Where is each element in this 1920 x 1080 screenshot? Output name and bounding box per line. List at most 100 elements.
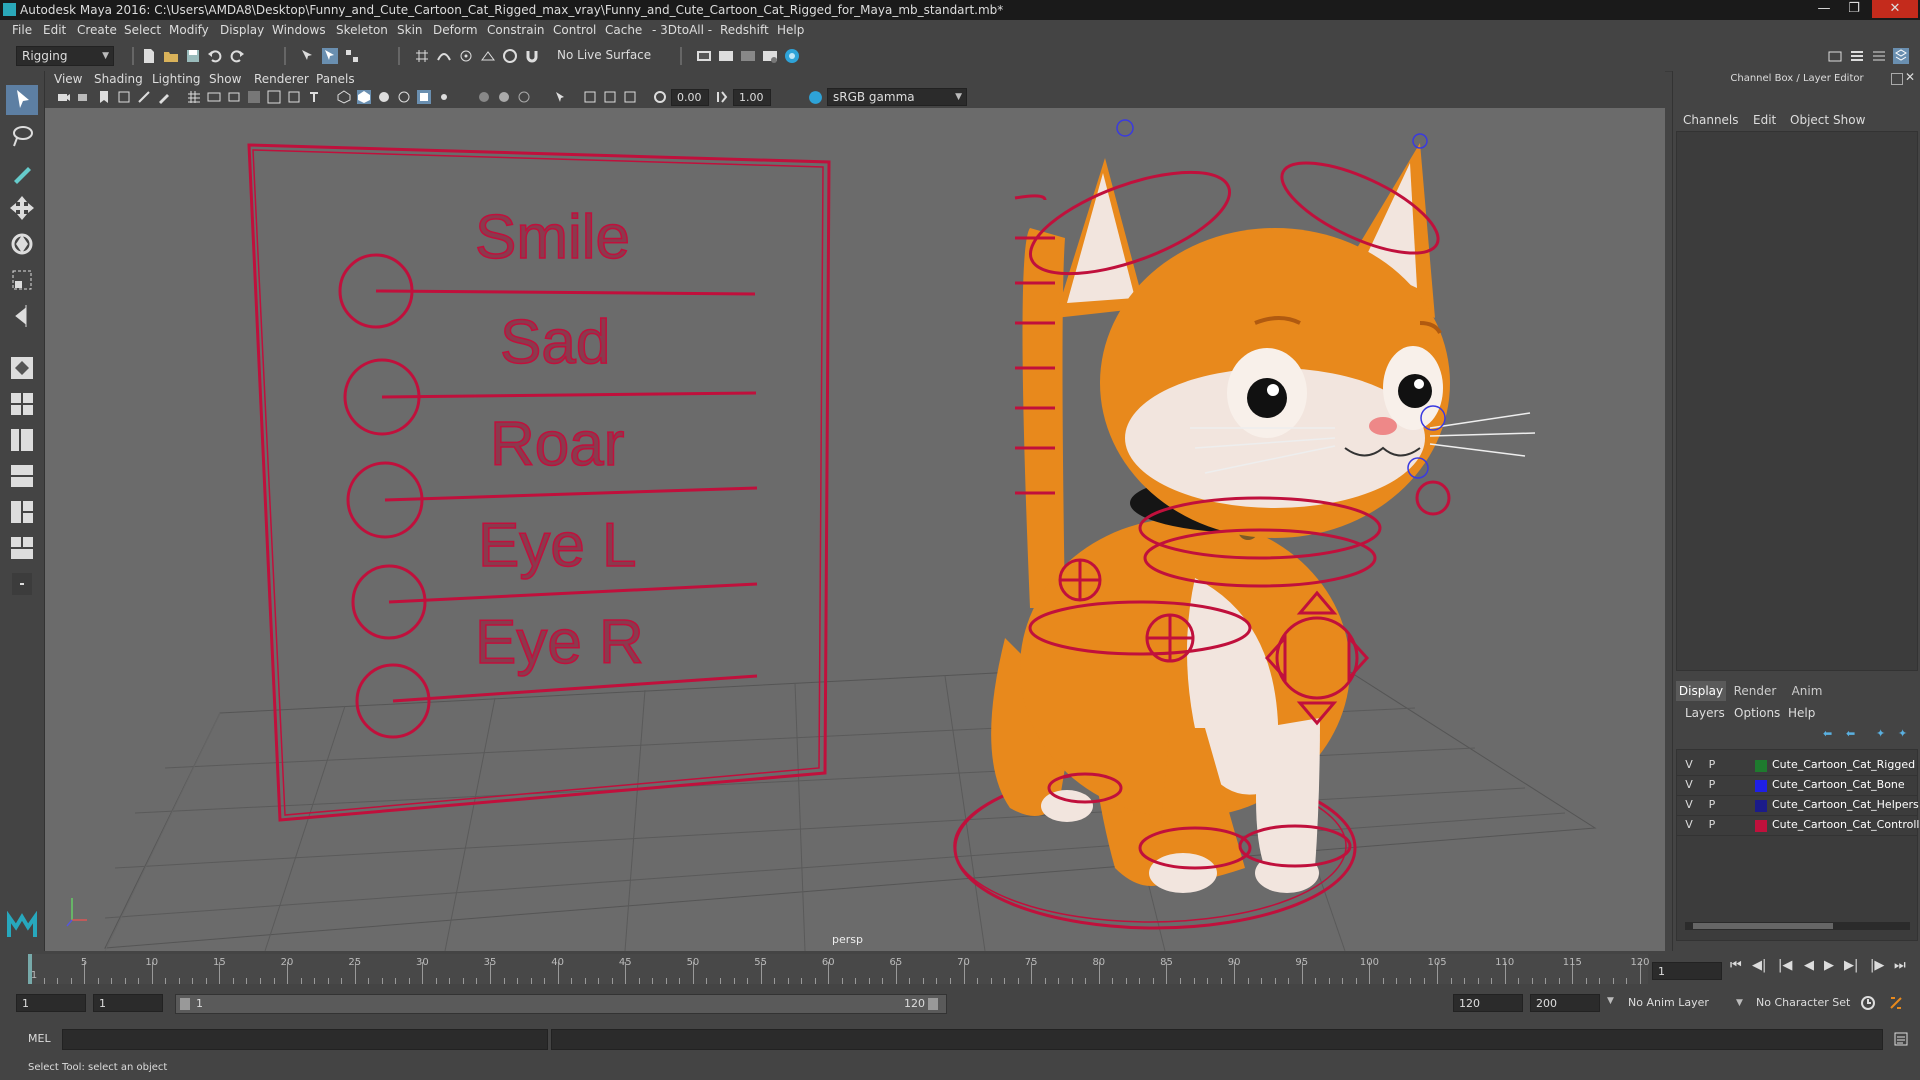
outliner-layout-icon[interactable]	[6, 533, 38, 563]
render-settings-icon[interactable]	[762, 48, 778, 64]
screen-space-ao-icon[interactable]	[497, 90, 511, 104]
attribute-editor-icon[interactable]	[1849, 48, 1865, 64]
gamma-field[interactable]: 1.00	[733, 89, 771, 106]
layer-help-menu[interactable]: Help	[1788, 706, 1815, 720]
select-tool-icon[interactable]	[6, 85, 38, 115]
scene-canvas[interactable]: Smile Sad Roar Eye L Eye R	[45, 108, 1665, 951]
menu-skeleton[interactable]: Skeleton	[336, 23, 388, 37]
single-perspective-view-icon[interactable]	[6, 353, 38, 383]
safe-action-icon[interactable]	[287, 90, 301, 104]
tab-anim[interactable]: Anim	[1784, 681, 1830, 701]
select-by-hierarchy-icon[interactable]	[300, 48, 316, 64]
magnet-icon[interactable]	[524, 48, 540, 64]
viewport-menu-show[interactable]: Show	[209, 72, 241, 86]
smooth-shade-icon[interactable]	[357, 90, 371, 104]
character-set-dropdown[interactable]: No Character Set	[1750, 994, 1876, 1012]
grease-pencil-icon[interactable]	[157, 90, 171, 104]
hypershade-icon[interactable]	[784, 48, 800, 64]
layer-name[interactable]: Cute_Cartoon_Cat_Rigged	[1772, 758, 1915, 771]
channel-edit-menu[interactable]: Edit	[1753, 113, 1776, 127]
layer-visibility-toggle[interactable]: V	[1682, 758, 1696, 771]
gamma-icon[interactable]	[715, 90, 729, 104]
scale-tool-icon[interactable]	[6, 265, 38, 295]
motion-blur-icon[interactable]	[517, 90, 531, 104]
maximize-button[interactable]: ❐	[1840, 0, 1868, 18]
channel-show-menu[interactable]: Show	[1833, 113, 1865, 127]
make-live-icon[interactable]	[502, 48, 518, 64]
layer-scrollbar[interactable]	[1685, 922, 1910, 930]
chevron-down-icon[interactable]: ▼	[1607, 996, 1614, 1006]
render-current-frame-icon[interactable]	[718, 48, 734, 64]
layer-color-swatch[interactable]	[1755, 820, 1767, 832]
modeling-toolkit-icon[interactable]	[1827, 48, 1843, 64]
grid-icon[interactable]	[187, 90, 201, 104]
isolate-select-icon[interactable]	[553, 90, 567, 104]
xray-icon[interactable]	[583, 90, 597, 104]
wireframe-on-shaded-icon[interactable]	[397, 90, 411, 104]
snap-to-curve-icon[interactable]	[436, 48, 452, 64]
tool-settings-icon[interactable]	[1871, 48, 1887, 64]
play-backwards-icon[interactable]: ◀	[1804, 958, 1814, 973]
layer-playback-toggle[interactable]: P	[1705, 758, 1719, 771]
xray-joints-icon[interactable]	[603, 90, 617, 104]
menu-create[interactable]: Create	[77, 23, 117, 37]
auto-key-icon[interactable]	[1860, 995, 1876, 1011]
layers-menu[interactable]: Layers	[1685, 706, 1725, 720]
persp-outliner-layout-icon[interactable]	[6, 425, 38, 455]
snap-to-grid-icon[interactable]	[414, 48, 430, 64]
camera-attributes-icon[interactable]	[77, 90, 91, 104]
go-to-end-icon[interactable]: ⏭	[1894, 958, 1906, 973]
layer-color-swatch[interactable]	[1755, 780, 1767, 792]
time-slider[interactable]: 1 5 10 15 20 25 30 35 40 45 50 55 60 65 70 75 80 85 90 95 10…	[0, 951, 1920, 986]
current-time-indicator[interactable]	[28, 954, 32, 984]
perspective-viewport[interactable]: Smile Sad Roar Eye L Eye R	[45, 108, 1665, 951]
resolution-gate-icon[interactable]	[227, 90, 241, 104]
image-plane-icon[interactable]	[117, 90, 131, 104]
current-frame-field[interactable]: 1	[1652, 962, 1722, 980]
lasso-tool-icon[interactable]	[6, 121, 38, 151]
menu-display[interactable]: Display	[220, 23, 264, 37]
layer-name[interactable]: Cute_Cartoon_Cat_Bone	[1772, 778, 1905, 791]
viewport-menu-lighting[interactable]: Lighting	[152, 72, 201, 86]
shadows-icon[interactable]	[477, 90, 491, 104]
animation-preferences-icon[interactable]	[1888, 995, 1904, 1011]
range-slider-start-handle[interactable]	[180, 998, 190, 1010]
menu-skin[interactable]: Skin	[397, 23, 423, 37]
layer-options-menu[interactable]: Options	[1734, 706, 1780, 720]
open-scene-icon[interactable]	[163, 48, 179, 64]
hypershade-layout-icon[interactable]	[6, 497, 38, 527]
layer-playback-toggle[interactable]: P	[1705, 798, 1719, 811]
tab-display[interactable]: Display	[1676, 681, 1726, 701]
textured-icon[interactable]	[417, 90, 431, 104]
save-scene-icon[interactable]	[185, 48, 201, 64]
layer-scrollbar-thumb[interactable]	[1693, 923, 1833, 929]
layer-color-swatch[interactable]	[1755, 800, 1767, 812]
layer-row[interactable]: V P Cute_Cartoon_Cat_Rigged	[1677, 756, 1917, 776]
more-layouts-icon[interactable]	[6, 569, 38, 599]
color-space-dropdown[interactable]: sRGB gamma ▼	[827, 88, 967, 106]
safe-title-icon[interactable]	[307, 90, 321, 104]
menu-edit[interactable]: Edit	[43, 23, 66, 37]
ipr-render-icon[interactable]	[740, 48, 756, 64]
default-material-icon[interactable]	[377, 90, 391, 104]
layer-visibility-toggle[interactable]: V	[1682, 798, 1696, 811]
select-by-component-icon[interactable]	[344, 48, 360, 64]
play-forwards-icon[interactable]: ▶	[1824, 958, 1834, 973]
gate-mask-icon[interactable]	[247, 90, 261, 104]
menu-modify[interactable]: Modify	[169, 23, 209, 37]
menu-help[interactable]: Help	[777, 23, 804, 37]
playback-end-field[interactable]: 120	[1453, 994, 1523, 1012]
move-layer-down-icon[interactable]: ⬅	[1846, 727, 1855, 740]
render-view-icon[interactable]	[696, 48, 712, 64]
end-time-field[interactable]: 200	[1530, 994, 1600, 1012]
move-tool-icon[interactable]	[6, 193, 38, 223]
channel-box-toggle-icon[interactable]	[1893, 48, 1909, 64]
viewport-menu-view[interactable]: View	[54, 72, 82, 86]
field-chart-icon[interactable]	[267, 90, 281, 104]
viewport-menu-renderer[interactable]: Renderer	[254, 72, 309, 86]
bookmark-icon[interactable]	[97, 90, 111, 104]
layer-row[interactable]: V P Cute_Cartoon_Cat_Helpers	[1677, 796, 1919, 816]
menu-deform[interactable]: Deform	[433, 23, 478, 37]
layer-playback-toggle[interactable]: P	[1705, 818, 1719, 831]
exposure-icon[interactable]	[653, 90, 667, 104]
